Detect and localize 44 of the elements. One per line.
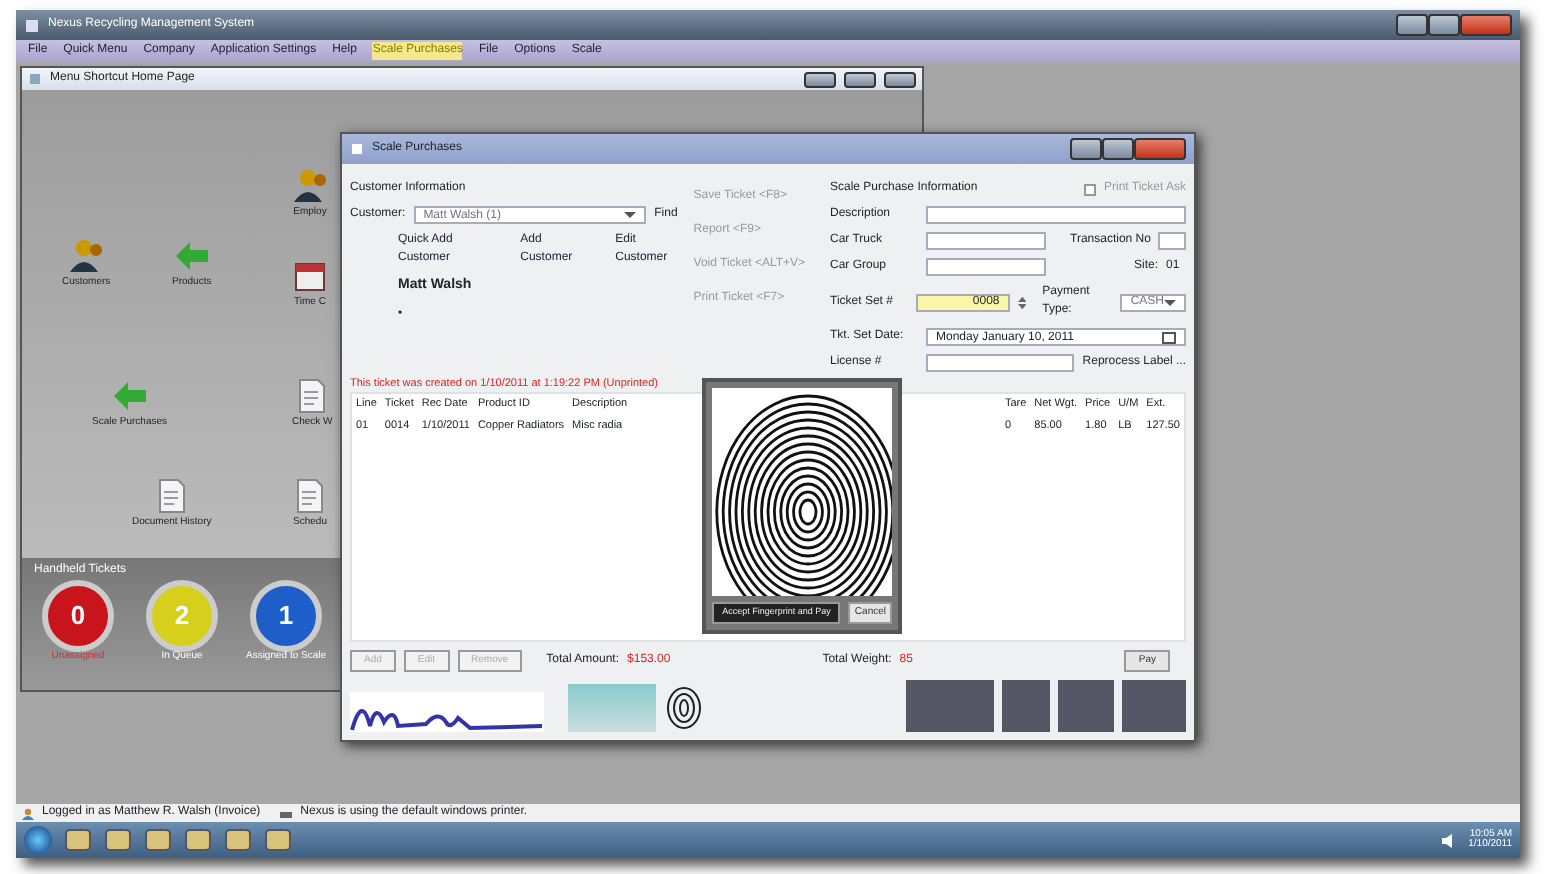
speaker-icon [1442,833,1457,847]
window-icon[interactable] [224,828,252,852]
user-icon [22,807,34,819]
minimize-button[interactable] [1396,14,1428,36]
close-button[interactable] [1460,14,1512,36]
maximize-button[interactable] [844,71,876,87]
caret-icon [1164,297,1177,307]
document-icon[interactable] [292,478,328,514]
photo-placeholder [1122,680,1186,732]
app-icon [24,17,40,33]
input-field[interactable] [1158,232,1186,250]
input-field[interactable] [926,354,1075,372]
window-icon[interactable] [264,828,292,852]
photo-placeholder [1002,680,1050,732]
page-icon [350,142,364,156]
caret-icon [624,210,637,220]
printer-icon [280,807,293,819]
page-icon [28,72,42,86]
calendar-icon[interactable] [292,258,328,294]
maximize-button[interactable] [1428,14,1460,36]
id-card-photo-placeholder [568,684,656,732]
photo-placeholder [906,680,994,732]
start-button[interactable] [24,826,52,854]
spinner-icon [1017,293,1027,311]
people-icon[interactable] [68,238,105,274]
document-icon[interactable] [153,478,190,514]
document-icon[interactable] [294,378,331,414]
checkbox[interactable] [1083,183,1096,195]
input-field[interactable] [926,206,1186,224]
app-icon[interactable] [144,828,172,852]
maximize-button[interactable] [1102,138,1134,160]
input-field[interactable] [926,258,1046,276]
minimize-button[interactable] [1070,138,1102,160]
minimize-button[interactable] [804,71,836,87]
fingerprint-icon [664,684,704,732]
people-icon[interactable] [292,168,328,204]
counter-dial[interactable]: 1 [250,580,322,652]
photo-placeholder [1058,680,1114,732]
input-field[interactable] [926,232,1046,250]
counter-dial[interactable]: 0 [42,580,114,652]
app-icon[interactable] [184,828,212,852]
close-button[interactable] [884,71,916,87]
calendar-icon [1162,331,1176,343]
close-button[interactable] [1134,138,1186,160]
